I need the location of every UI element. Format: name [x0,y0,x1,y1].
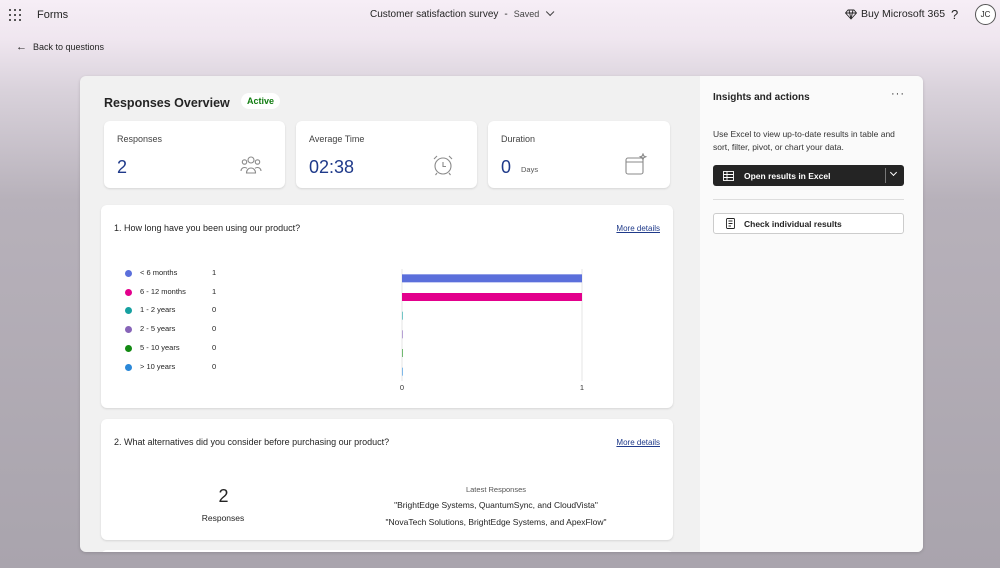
responses-stat-value: 2 [117,157,128,177]
back-label: Back to questions [33,42,105,52]
calendar-sparkle-icon [625,153,648,175]
legend-item: 6 - 12 months 1 [125,287,225,299]
average-time-stat-card: Average Time 02:38 [296,121,477,188]
legend-label: 2 - 5 years [140,324,176,334]
open-in-excel-button[interactable]: Open results in Excel [713,165,885,186]
question-1-card: 1. How long have you been using our prod… [101,205,673,408]
legend-count: 0 [212,361,217,371]
check-individual-results-button[interactable]: Check individual results [713,213,904,234]
chart-bar[interactable] [402,293,582,301]
status-badge: Active [241,93,281,109]
legend-dot-icon [125,288,132,296]
split-divider [885,168,886,183]
latest-response-item: "NovaTech Solutions, BrightEdge Systems,… [385,517,607,527]
page-title: Responses Overview [104,96,230,110]
average-time-label: Average Time [309,134,365,144]
responses-stat-card: Responses 2 [104,121,285,188]
chart-bar[interactable] [402,367,403,376]
legend-count: 0 [212,342,217,352]
question-2-card: 2. What alternatives did you consider be… [101,419,673,540]
app-name[interactable]: Forms [37,9,68,21]
legend-dot-icon [125,307,132,315]
legend-dot-icon [125,270,132,277]
chart-bar[interactable] [402,330,403,339]
chevron-down-icon[interactable] [546,7,555,17]
legend-count: 0 [212,324,217,334]
legend-label: < 6 months [140,268,178,277]
document-title[interactable]: Customer satisfaction survey - Saved [370,7,555,20]
open-in-excel-label: Open results in Excel [744,170,831,181]
question-2-response-label: Responses [201,513,245,523]
question-1-more-details-link[interactable]: More details [616,224,660,233]
check-individual-results-label: Check individual results [744,218,842,229]
legend-item: 1 - 2 years 0 [125,305,225,317]
legend-item: < 6 months 1 [125,268,225,280]
legend-item: > 10 years 0 [125,362,225,374]
arrow-left-icon: ← [16,41,27,53]
open-in-excel-split-button: Open results in Excel [713,165,904,186]
legend-count: 0 [212,305,217,315]
legend-count: 1 [212,286,217,296]
title-separator: - [504,9,508,20]
legend-label: 5 - 10 years [140,342,180,352]
panel-divider [713,199,904,200]
back-to-questions-link[interactable]: ← Back to questions [16,41,104,53]
x-tick-label: 1 [580,383,584,391]
question-2-more-details-link[interactable]: More details [616,438,660,447]
legend-label: > 10 years [140,361,176,371]
legend-item: 5 - 10 years 0 [125,343,225,355]
question-2-title: 2. What alternatives did you consider be… [114,437,390,447]
people-icon [240,156,262,174]
avatar[interactable]: JC [975,4,996,25]
insights-panel: Insights and actions ··· Use Excel to vi… [700,76,923,552]
help-button[interactable]: ? [951,7,958,22]
chevron-down-icon[interactable] [889,168,898,177]
document-title-text: Customer satisfaction survey [370,9,499,20]
excel-table-icon [723,170,734,181]
buy-label: Buy Microsoft 365 [861,8,946,20]
insights-description: Use Excel to view up-to-date results in … [713,129,895,152]
average-time-value: 02:38 [309,157,355,177]
more-icon[interactable]: ··· [891,88,905,100]
legend-dot-icon [125,326,132,334]
duration-stat-card: Duration 0 Days [488,121,670,188]
chart-bar[interactable] [402,274,582,283]
responses-stat-label: Responses [117,134,163,144]
question-1-bar-chart: 01 [400,269,584,391]
chart-bar[interactable] [402,349,403,357]
responses-panel: Responses Overview Active Responses 2 Av… [80,76,700,552]
x-tick-label: 0 [400,383,404,391]
document-list-icon [726,218,735,229]
buy-microsoft-365-button[interactable]: Buy Microsoft 365 [845,8,945,20]
duration-value: 0 [501,157,512,177]
chart-bar[interactable] [402,311,403,320]
legend-label: 1 - 2 years [140,305,176,315]
legend-count: 1 [212,268,217,277]
save-status: Saved [513,9,540,19]
question-2-response-count: 2 [218,486,229,506]
alarm-clock-icon [433,155,453,176]
question-3-card [101,550,673,552]
top-bar: Forms Customer satisfaction survey - Saved… [0,0,1000,30]
duration-unit: Days [521,165,539,174]
latest-response-item: "BrightEdge Systems, QuantumSync, and Cl… [394,500,598,510]
legend-label: 6 - 12 months [140,286,186,296]
app-launcher-icon[interactable] [9,9,21,21]
question-1-title: 1. How long have you been using our prod… [114,223,301,233]
legend-dot-icon [125,363,132,371]
duration-label: Duration [501,134,536,144]
legend-item: 2 - 5 years 0 [125,324,225,336]
diamond-icon [845,9,857,19]
legend-dot-icon [125,344,132,352]
latest-responses-heading: Latest Responses [465,485,527,494]
insights-title: Insights and actions [713,92,810,103]
responses-card: Responses Overview Active Responses 2 Av… [80,76,923,552]
